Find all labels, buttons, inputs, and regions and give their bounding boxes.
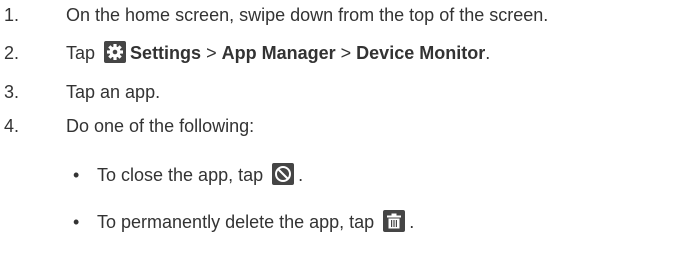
bullet-text: To close the app, tap .: [97, 163, 304, 186]
block-icon: [272, 163, 295, 186]
step-number: 1.: [4, 5, 20, 25]
separator: >: [206, 43, 217, 63]
step-text: On the home screen, swipe down from the …: [66, 5, 549, 25]
period: .: [485, 43, 491, 63]
step-text: Tap an app.: [66, 82, 161, 102]
step-text: Do one of the following:: [66, 116, 255, 136]
step-text: Tap Settings > App Manager > Device Moni…: [66, 40, 490, 66]
tap-word: Tap: [66, 43, 96, 63]
trash-icon: [383, 210, 406, 233]
device-monitor-label: Device Monitor: [356, 43, 486, 63]
step-number: 3.: [4, 82, 20, 102]
step-number: 2.: [4, 43, 20, 63]
separator: >: [340, 43, 352, 63]
bullet: •: [73, 165, 80, 185]
settings-label: Settings: [130, 43, 202, 63]
bullet-text: To permanently delete the app, tap .: [97, 210, 415, 233]
app-manager-label: App Manager: [221, 43, 336, 63]
step-number: 4.: [4, 116, 20, 136]
settings-gear-icon: [104, 41, 127, 64]
bullet: •: [73, 212, 80, 232]
